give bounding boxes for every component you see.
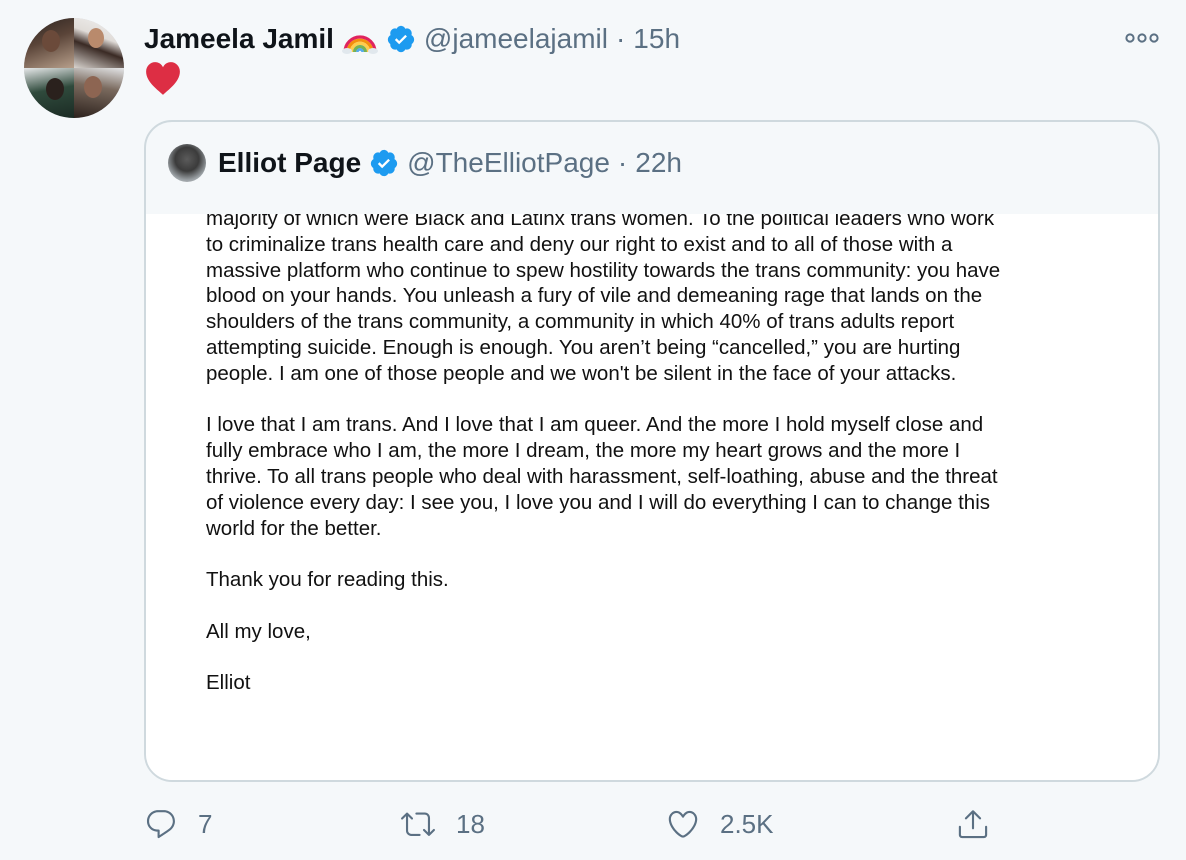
letter-line: blood on your hands. You unleash a fury …	[206, 284, 983, 308]
rainbow-icon	[341, 24, 378, 54]
retweet-count: 18	[456, 808, 485, 839]
letter-line: thrive. To all trans people who deal wit…	[206, 464, 998, 488]
quoted-header-separator: ·	[617, 147, 628, 178]
verified-badge-icon	[386, 24, 416, 54]
letter-line: world for the better.	[206, 516, 382, 540]
tweet[interactable]: Jameela Jamil @jameelajamil · 15h Elliot…	[0, 0, 1186, 860]
author-name[interactable]: Jameela Jamil	[144, 23, 334, 55]
letter-line: Thank you for reading this.	[206, 568, 449, 592]
letter-line: I love that I am trans. And I love that …	[206, 413, 984, 437]
quoted-author-avatar	[168, 144, 206, 182]
reply-button[interactable]: 7	[144, 800, 212, 848]
letter-paragraph-3: Thank you for reading this.	[206, 567, 1106, 593]
letter-paragraph-2: I love that I am trans. And I love that …	[206, 412, 1106, 541]
reply-icon	[144, 807, 178, 841]
red-heart-icon	[144, 60, 184, 100]
verified-badge-icon	[369, 148, 399, 178]
retweet-icon	[400, 807, 436, 841]
letter-line: attempting suicide. Enough is enough. Yo…	[206, 335, 961, 359]
quoted-author-name: Elliot Page	[218, 147, 362, 178]
quoted-tweet[interactable]: Elliot Page @TheElliotPage · 22h majorit…	[144, 120, 1160, 782]
tweet-actions: 7 18 2.5K	[144, 800, 1160, 848]
share-button[interactable]	[956, 800, 990, 848]
quoted-tweet-header: Elliot Page @TheElliotPage · 22h	[168, 142, 682, 184]
tweet-header: Jameela Jamil @jameelajamil · 15h	[144, 18, 680, 60]
quoted-tweet-image[interactable]: majority of which were Black and Latinx …	[146, 214, 1158, 780]
letter-line: Elliot	[206, 671, 251, 695]
letter-line: people. I am one of those people and we …	[206, 361, 957, 385]
author-handle[interactable]: @jameelajamil	[424, 23, 608, 55]
letter-text: majority of which were Black and Latinx …	[206, 214, 1106, 722]
tweet-timestamp[interactable]: 15h	[633, 23, 680, 55]
share-icon	[956, 807, 990, 841]
letter-line: majority of which were Black and Latinx …	[206, 214, 995, 230]
letter-paragraph-1: majority of which were Black and Latinx …	[206, 214, 1106, 387]
like-button[interactable]: 2.5K	[666, 800, 774, 848]
letter-line: fully embrace who I am, the more I dream…	[206, 439, 961, 463]
letter-paragraph-4: All my love,	[206, 619, 1106, 645]
author-avatar[interactable]	[24, 18, 124, 118]
like-heart-icon	[666, 807, 700, 841]
letter-line: to criminalize trans health care and den…	[206, 232, 953, 256]
quoted-tweet-timestamp: 22h	[635, 147, 682, 178]
letter-line: All my love,	[206, 619, 311, 643]
letter-signature: Elliot	[206, 670, 1106, 696]
quoted-author-handle: @TheElliotPage	[407, 147, 610, 178]
more-options-icon[interactable]	[1122, 26, 1162, 50]
letter-line: of violence every day: I see you, I love…	[206, 490, 991, 514]
letter-line: shoulders of the trans community, a comm…	[206, 310, 955, 334]
header-separator: ·	[615, 23, 626, 54]
reply-count: 7	[198, 808, 213, 839]
retweet-button[interactable]: 18	[400, 800, 485, 848]
letter-line: massive platform who continue to spew ho…	[206, 258, 1001, 282]
like-count: 2.5K	[720, 808, 774, 839]
